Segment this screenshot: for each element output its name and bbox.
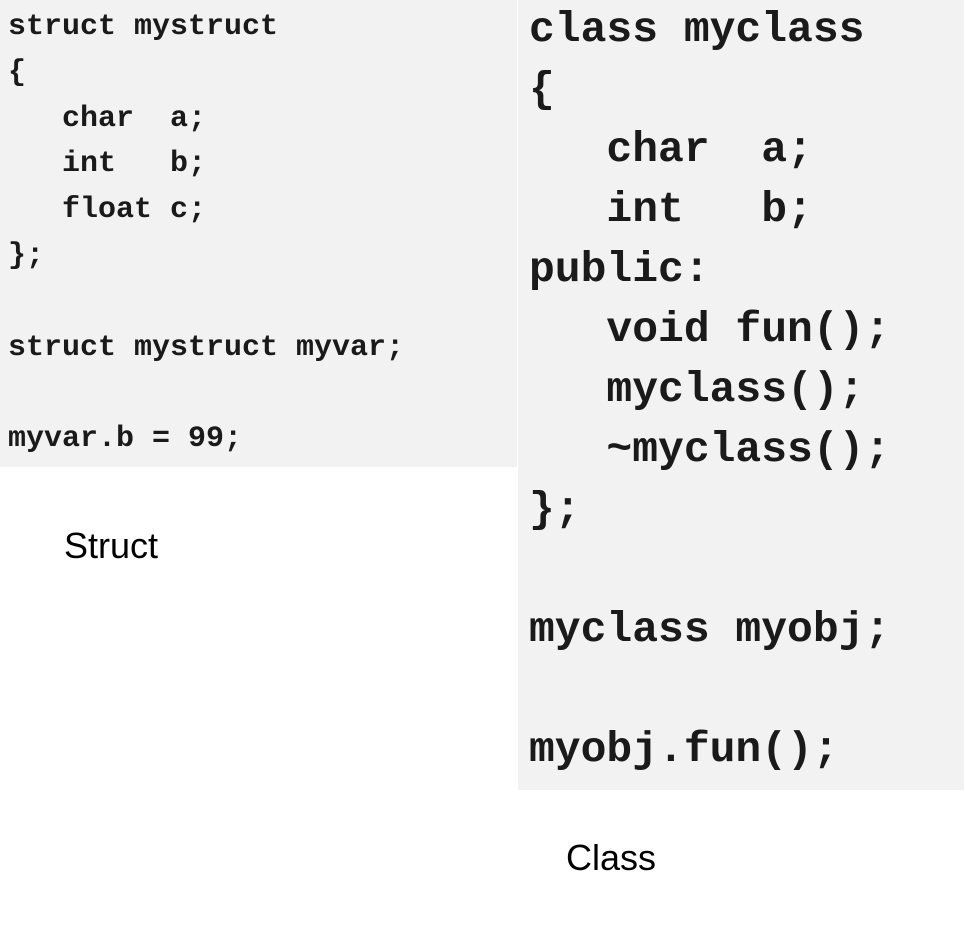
class-code-block: class myclass { char a; int b; public: v… (529, 5, 891, 774)
struct-code-panel: struct mystruct { char a; int b; float c… (0, 0, 517, 467)
struct-code-block: struct mystruct { char a; int b; float c… (8, 10, 405, 457)
class-code-panel: class myclass { char a; int b; public: v… (518, 0, 964, 790)
class-caption: Class (566, 837, 657, 878)
struct-caption: Struct (64, 525, 159, 566)
